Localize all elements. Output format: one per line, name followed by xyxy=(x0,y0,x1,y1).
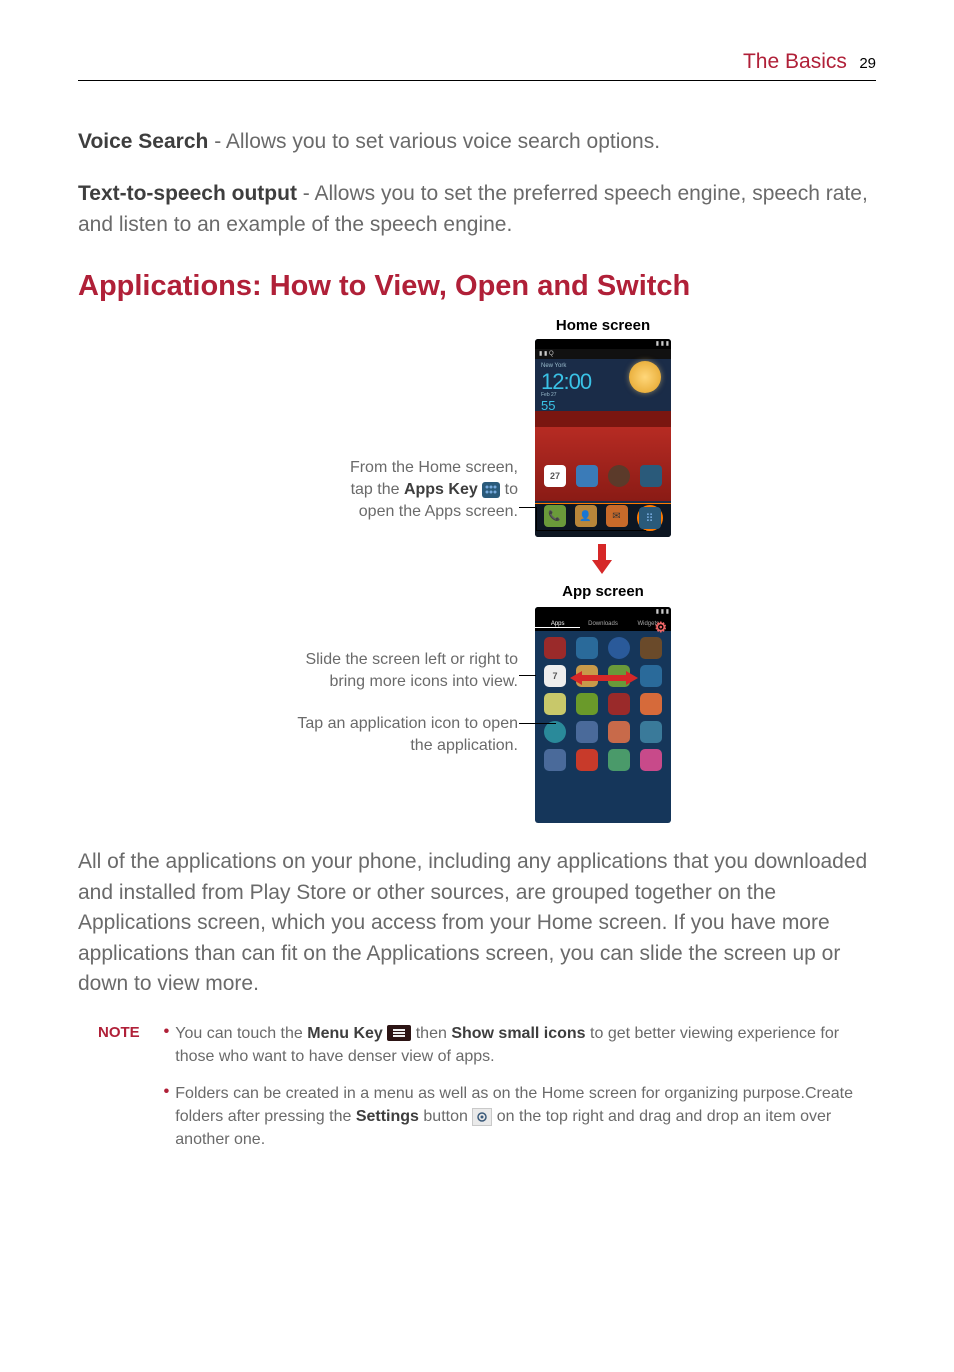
note-item-1: • You can touch the Menu Key then Show s… xyxy=(164,1022,876,1068)
callout-text: to xyxy=(505,481,518,498)
phone-icon: 📞 xyxy=(544,505,566,527)
section-title: The Basics xyxy=(743,50,847,73)
home-screen-label: Home screen xyxy=(528,317,678,334)
note-block: NOTE • You can touch the Menu Key then S… xyxy=(98,1022,876,1166)
clock-widget: New York 12:00 Feb 27 55 xyxy=(535,359,671,417)
note-item-2: • Folders can be created in a menu as we… xyxy=(164,1082,876,1152)
note-text: You can touch the xyxy=(175,1025,307,1042)
callout-slide: Slide the screen left or right to bring … xyxy=(268,649,518,692)
apps-key-icon: ⠿ xyxy=(637,505,663,531)
callout-connector xyxy=(519,723,556,724)
settings-button-icon xyxy=(472,1108,492,1126)
status-bar: ▮ ▮ ▮ xyxy=(535,607,671,617)
note-label: NOTE xyxy=(98,1022,140,1166)
page-number: 29 xyxy=(859,55,876,72)
callout-connector xyxy=(519,675,536,676)
app-icon xyxy=(640,465,662,487)
settings-text: Settings xyxy=(356,1108,419,1125)
apps-key-text: Apps Key xyxy=(404,481,478,498)
app-icon xyxy=(608,465,630,487)
apps-key-inline-icon xyxy=(482,482,500,498)
tts-label: Text-to-speech output xyxy=(78,182,297,205)
callout-line: Tap an application icon to open xyxy=(268,713,518,735)
down-arrow-icon xyxy=(588,542,616,576)
messaging-icon: ✉ xyxy=(606,505,628,527)
callout-line: open the Apps screen. xyxy=(268,501,518,523)
double-arrow-icon xyxy=(570,669,638,692)
app-screen-label: App screen xyxy=(528,583,678,600)
contacts-icon: 👤 xyxy=(575,505,597,527)
callout-line: Slide the screen left or right to xyxy=(268,649,518,671)
callout-line: the application. xyxy=(268,735,518,757)
app-tabs: AppsDownloadsWidgets xyxy=(535,617,671,631)
callout-connector xyxy=(536,530,646,531)
callout-line: From the Home screen, xyxy=(268,457,518,479)
voice-search-paragraph: Voice Search - Allows you to set various… xyxy=(78,127,876,157)
home-screenshot: ▮ ▮ ▮ ▮ ▮ Q New York 12:00 Feb 27 55 27 … xyxy=(535,339,671,537)
callout-connector xyxy=(536,507,537,530)
menu-key-icon xyxy=(387,1025,411,1041)
show-small-icons-text: Show small icons xyxy=(451,1025,585,1042)
callout-tap-app: Tap an application icon to open the appl… xyxy=(268,713,518,756)
callout-apps-key: From the Home screen, tap the Apps Key t… xyxy=(268,457,518,522)
settings-gear-icon: ⚙ xyxy=(654,619,667,636)
status-bar: ▮ ▮ ▮ xyxy=(535,339,671,349)
menu-key-text: Menu Key xyxy=(307,1025,383,1042)
callout-connector xyxy=(519,507,537,508)
voice-search-label: Voice Search xyxy=(78,130,208,153)
note-text: then xyxy=(411,1025,451,1042)
note-text: button xyxy=(419,1108,472,1125)
callout-line: bring more icons into view. xyxy=(268,671,518,693)
calendar-icon: 27 xyxy=(544,465,566,487)
tts-paragraph: Text-to-speech output - Allows you to se… xyxy=(78,179,876,240)
applications-heading: Applications: How to View, Open and Swit… xyxy=(78,270,876,303)
app-icon xyxy=(576,465,598,487)
callout-text: tap the xyxy=(351,481,404,498)
page-header: The Basics 29 xyxy=(78,50,876,81)
figure-zone: Home screen ▮ ▮ ▮ ▮ ▮ Q New York 12:00 F… xyxy=(78,317,876,877)
bullet-icon: • xyxy=(164,1022,170,1068)
voice-search-desc: - Allows you to set various voice search… xyxy=(208,130,660,153)
app-screenshot: ▮ ▮ ▮ AppsDownloadsWidgets ⚙ 7 xyxy=(535,607,671,823)
bullet-icon: • xyxy=(164,1082,170,1152)
